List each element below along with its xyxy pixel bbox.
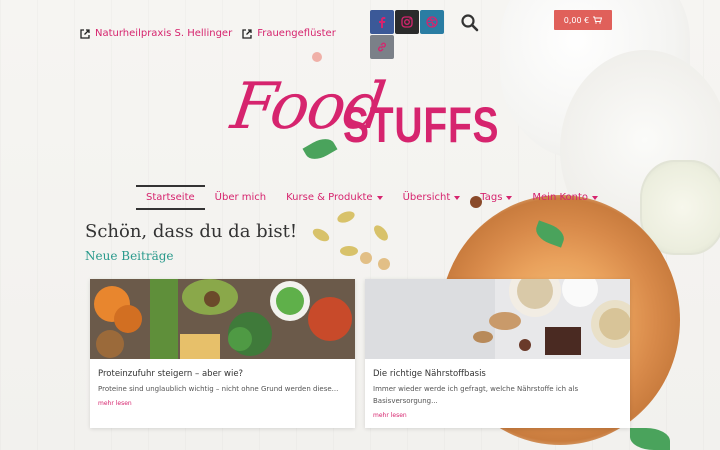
- nav-item-kurse-produkte[interactable]: Kurse & Produkte: [276, 187, 392, 208]
- main-navigation: Startseite Über mich Kurse & Produkte Üb…: [136, 185, 608, 210]
- read-more-link[interactable]: mehr lesen: [373, 412, 622, 419]
- nav-item-ueber-mich[interactable]: Über mich: [205, 187, 276, 208]
- post-body: Proteinzufuhr steigern – aber wie? Prote…: [90, 359, 355, 415]
- external-link-icon: [242, 28, 252, 39]
- top-link-label: Frauengeflüster: [257, 28, 336, 39]
- facebook-icon: [379, 17, 386, 28]
- nav-item-label: Mein Konto: [532, 192, 589, 203]
- seed-decoration: [340, 246, 358, 256]
- chevron-down-icon: [592, 195, 599, 200]
- cart-button[interactable]: 0,00 €: [554, 10, 612, 30]
- welcome-heading: Schön, dass du da bist!: [85, 221, 298, 242]
- nav-item-label: Über mich: [214, 192, 267, 203]
- external-link-icon: [80, 28, 90, 39]
- post-excerpt: Proteine sind unglaublich wichtig – nich…: [98, 385, 339, 393]
- cart-total: 0,00 €: [563, 15, 590, 25]
- chevron-down-icon: [454, 195, 461, 200]
- instagram-icon: [401, 16, 413, 28]
- nav-item-label: Startseite: [146, 192, 195, 203]
- nav-item-mein-konto[interactable]: Mein Konto: [522, 187, 608, 208]
- nav-item-startseite[interactable]: Startseite: [136, 185, 205, 210]
- cart-icon: [593, 16, 603, 24]
- nav-item-uebersicht[interactable]: Übersicht: [393, 187, 471, 208]
- link-button[interactable]: [370, 35, 394, 59]
- top-link-frauengefluester[interactable]: Frauengeflüster: [242, 28, 336, 39]
- nutrients-image: [365, 279, 630, 359]
- post-excerpt: Immer wieder werde ich gefragt, welche N…: [373, 385, 579, 405]
- post-image[interactable]: [365, 279, 630, 359]
- search-button[interactable]: [460, 13, 480, 33]
- dribbble-button[interactable]: [420, 10, 444, 34]
- berry-decoration: [312, 52, 322, 62]
- post-body: Die richtige Nährstoffbasis Immer wieder…: [365, 359, 630, 427]
- nav-item-label: Übersicht: [402, 192, 451, 203]
- top-links: Naturheilpraxis S. Hellinger Frauengeflü…: [80, 28, 336, 39]
- post-card[interactable]: Die richtige Nährstoffbasis Immer wieder…: [365, 279, 630, 428]
- section-heading: Neue Beiträge: [85, 249, 174, 263]
- chevron-down-icon: [376, 195, 383, 200]
- logo-bold-text[interactable]: STUFFS: [343, 96, 499, 154]
- seed-decoration: [371, 222, 391, 244]
- leaf-decoration: [630, 428, 670, 450]
- chickpea-decoration: [378, 258, 390, 270]
- instagram-button[interactable]: [395, 10, 419, 34]
- seed-decoration: [335, 209, 357, 225]
- post-title[interactable]: Die richtige Nährstoffbasis: [373, 369, 622, 379]
- post-card[interactable]: Proteinzufuhr steigern – aber wie? Prote…: [90, 279, 355, 428]
- search-icon: [461, 14, 479, 32]
- nav-item-label: Tags: [480, 192, 503, 203]
- nav-item-tags[interactable]: Tags: [470, 187, 522, 208]
- read-more-link[interactable]: mehr lesen: [98, 400, 347, 407]
- post-title[interactable]: Proteinzufuhr steigern – aber wie?: [98, 369, 347, 379]
- facebook-button[interactable]: [370, 10, 394, 34]
- dribbble-icon: [426, 16, 438, 28]
- nav-item-label: Kurse & Produkte: [286, 192, 373, 203]
- link-icon: [378, 42, 386, 52]
- seed-decoration: [310, 226, 332, 244]
- chevron-down-icon: [506, 195, 513, 200]
- chickpea-decoration: [360, 252, 372, 264]
- top-link-label: Naturheilpraxis S. Hellinger: [95, 28, 233, 39]
- top-link-naturheilpraxis[interactable]: Naturheilpraxis S. Hellinger: [80, 28, 232, 39]
- post-image[interactable]: [90, 279, 355, 359]
- vegetables-image: [90, 279, 355, 359]
